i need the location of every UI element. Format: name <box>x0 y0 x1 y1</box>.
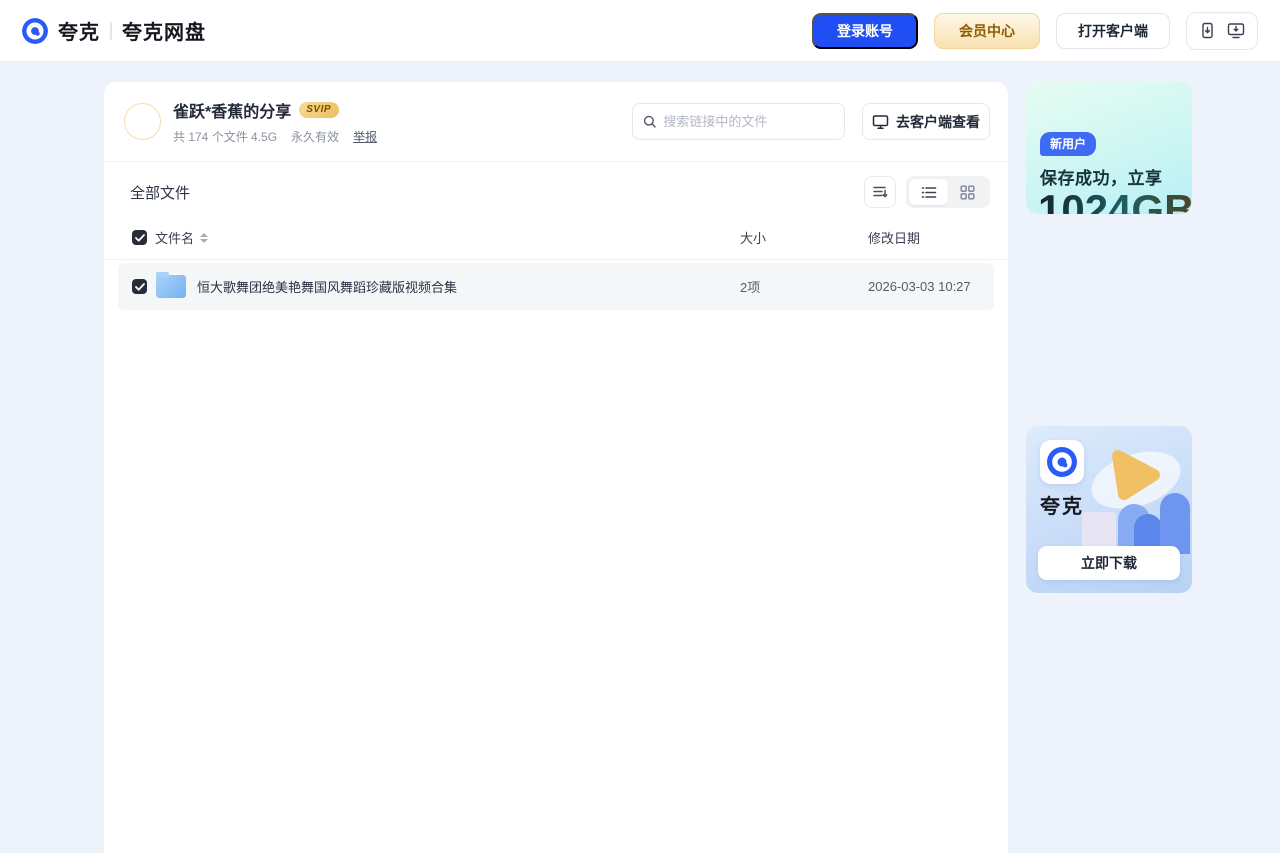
right-sidebar: 新用户 保存成功，立享 1024GB 夸克 立即下载 <box>1026 82 1192 853</box>
grid-view-button[interactable] <box>948 179 987 205</box>
brand-divider <box>110 21 112 40</box>
column-size-label: 大小 <box>740 231 767 246</box>
share-meta: 共 174 个文件 4.5G 永久有效 举报 <box>173 128 377 145</box>
new-user-promo-banner[interactable]: 新用户 保存成功，立享 1024GB <box>1026 82 1192 214</box>
share-title: 雀跃*香蕉的分享 <box>173 104 292 121</box>
section-title: 全部文件 <box>130 184 191 202</box>
topbar: 夸克 夸克网盘 登录账号 会员中心 打开客户端 <box>0 0 1280 62</box>
share-info: 雀跃*香蕉的分享 SVIP 共 174 个文件 4.5G 永久有效 举报 <box>173 98 377 145</box>
brand[interactable]: 夸克 夸克网盘 <box>22 16 206 45</box>
column-modified-label: 修改日期 <box>868 231 921 246</box>
check-icon <box>134 282 145 291</box>
column-name-label: 文件名 <box>155 231 195 246</box>
grid-view-icon <box>960 184 975 200</box>
search-icon <box>643 115 656 128</box>
check-icon <box>134 233 145 242</box>
view-in-client-button[interactable]: 去客户端查看 <box>862 103 990 140</box>
search-input[interactable] <box>663 114 834 129</box>
vip-center-button[interactable]: 会员中心 <box>934 12 1040 49</box>
file-size: 2项 <box>740 280 761 295</box>
validity-text: 永久有效 <box>291 130 340 144</box>
file-table-header: 文件名 大小 修改日期 <box>104 220 1008 260</box>
brand-name: 夸克 <box>58 22 100 44</box>
topbar-actions: 登录账号 会员中心 打开客户端 <box>812 11 1258 50</box>
file-name[interactable]: 恒大歌舞团绝美艳舞国风舞蹈珍藏版视频合集 <box>197 277 740 296</box>
row-checkbox[interactable] <box>132 279 147 294</box>
view-mode-toggle <box>906 176 990 208</box>
folder-icon <box>156 272 186 298</box>
sharer-avatar <box>124 103 161 140</box>
name-sort-carets[interactable] <box>200 232 209 243</box>
select-all-checkbox[interactable] <box>132 230 147 245</box>
open-client-button[interactable]: 打开客户端 <box>1056 12 1170 49</box>
search-box[interactable] <box>632 103 845 140</box>
report-link[interactable]: 举报 <box>353 128 377 145</box>
share-header-actions: 去客户端查看 <box>632 103 990 140</box>
new-user-badge: 新用户 <box>1040 132 1097 156</box>
app-download-card[interactable]: 夸克 立即下载 <box>1026 426 1192 593</box>
svip-badge: SVIP <box>299 102 340 118</box>
list-view-button[interactable] <box>909 179 948 205</box>
sort-icon <box>873 186 888 198</box>
quark-logo-icon <box>22 17 48 44</box>
file-toolbar: 全部文件 <box>104 162 1008 220</box>
monitor-icon <box>872 114 889 129</box>
quark-logo-icon <box>1047 447 1077 477</box>
desktop-download-icon[interactable] <box>1227 22 1245 39</box>
share-panel: 雀跃*香蕉的分享 SVIP 共 174 个文件 4.5G 永久有效 举报 搜索链… <box>104 82 1008 853</box>
file-row[interactable]: 恒大歌舞团绝美艳舞国风舞蹈珍藏版视频合集 2项 2026-03-03 10:27 <box>118 263 994 310</box>
share-header: 雀跃*香蕉的分享 SVIP 共 174 个文件 4.5G 永久有效 举报 搜索链… <box>104 82 1008 161</box>
promo-storage-amount: 1024GB <box>1038 186 1192 214</box>
list-view-icon <box>921 186 936 198</box>
download-now-button[interactable]: 立即下载 <box>1038 546 1180 580</box>
file-modified-date: 2026-03-03 10:27 <box>868 279 971 294</box>
view-in-client-label: 去客户端查看 <box>896 113 980 130</box>
page-body: 雀跃*香蕉的分享 SVIP 共 174 个文件 4.5G 永久有效 举报 搜索链… <box>0 62 1280 853</box>
download-apps-group <box>1186 11 1258 50</box>
sort-button[interactable] <box>864 176 896 208</box>
login-button[interactable]: 登录账号 <box>812 12 918 49</box>
mobile-download-icon[interactable] <box>1199 22 1216 39</box>
brand-product-name: 夸克网盘 <box>122 22 206 44</box>
file-count-text: 共 174 个文件 4.5G <box>173 130 278 144</box>
view-controls <box>864 176 990 208</box>
promo-illustration <box>1082 450 1190 554</box>
